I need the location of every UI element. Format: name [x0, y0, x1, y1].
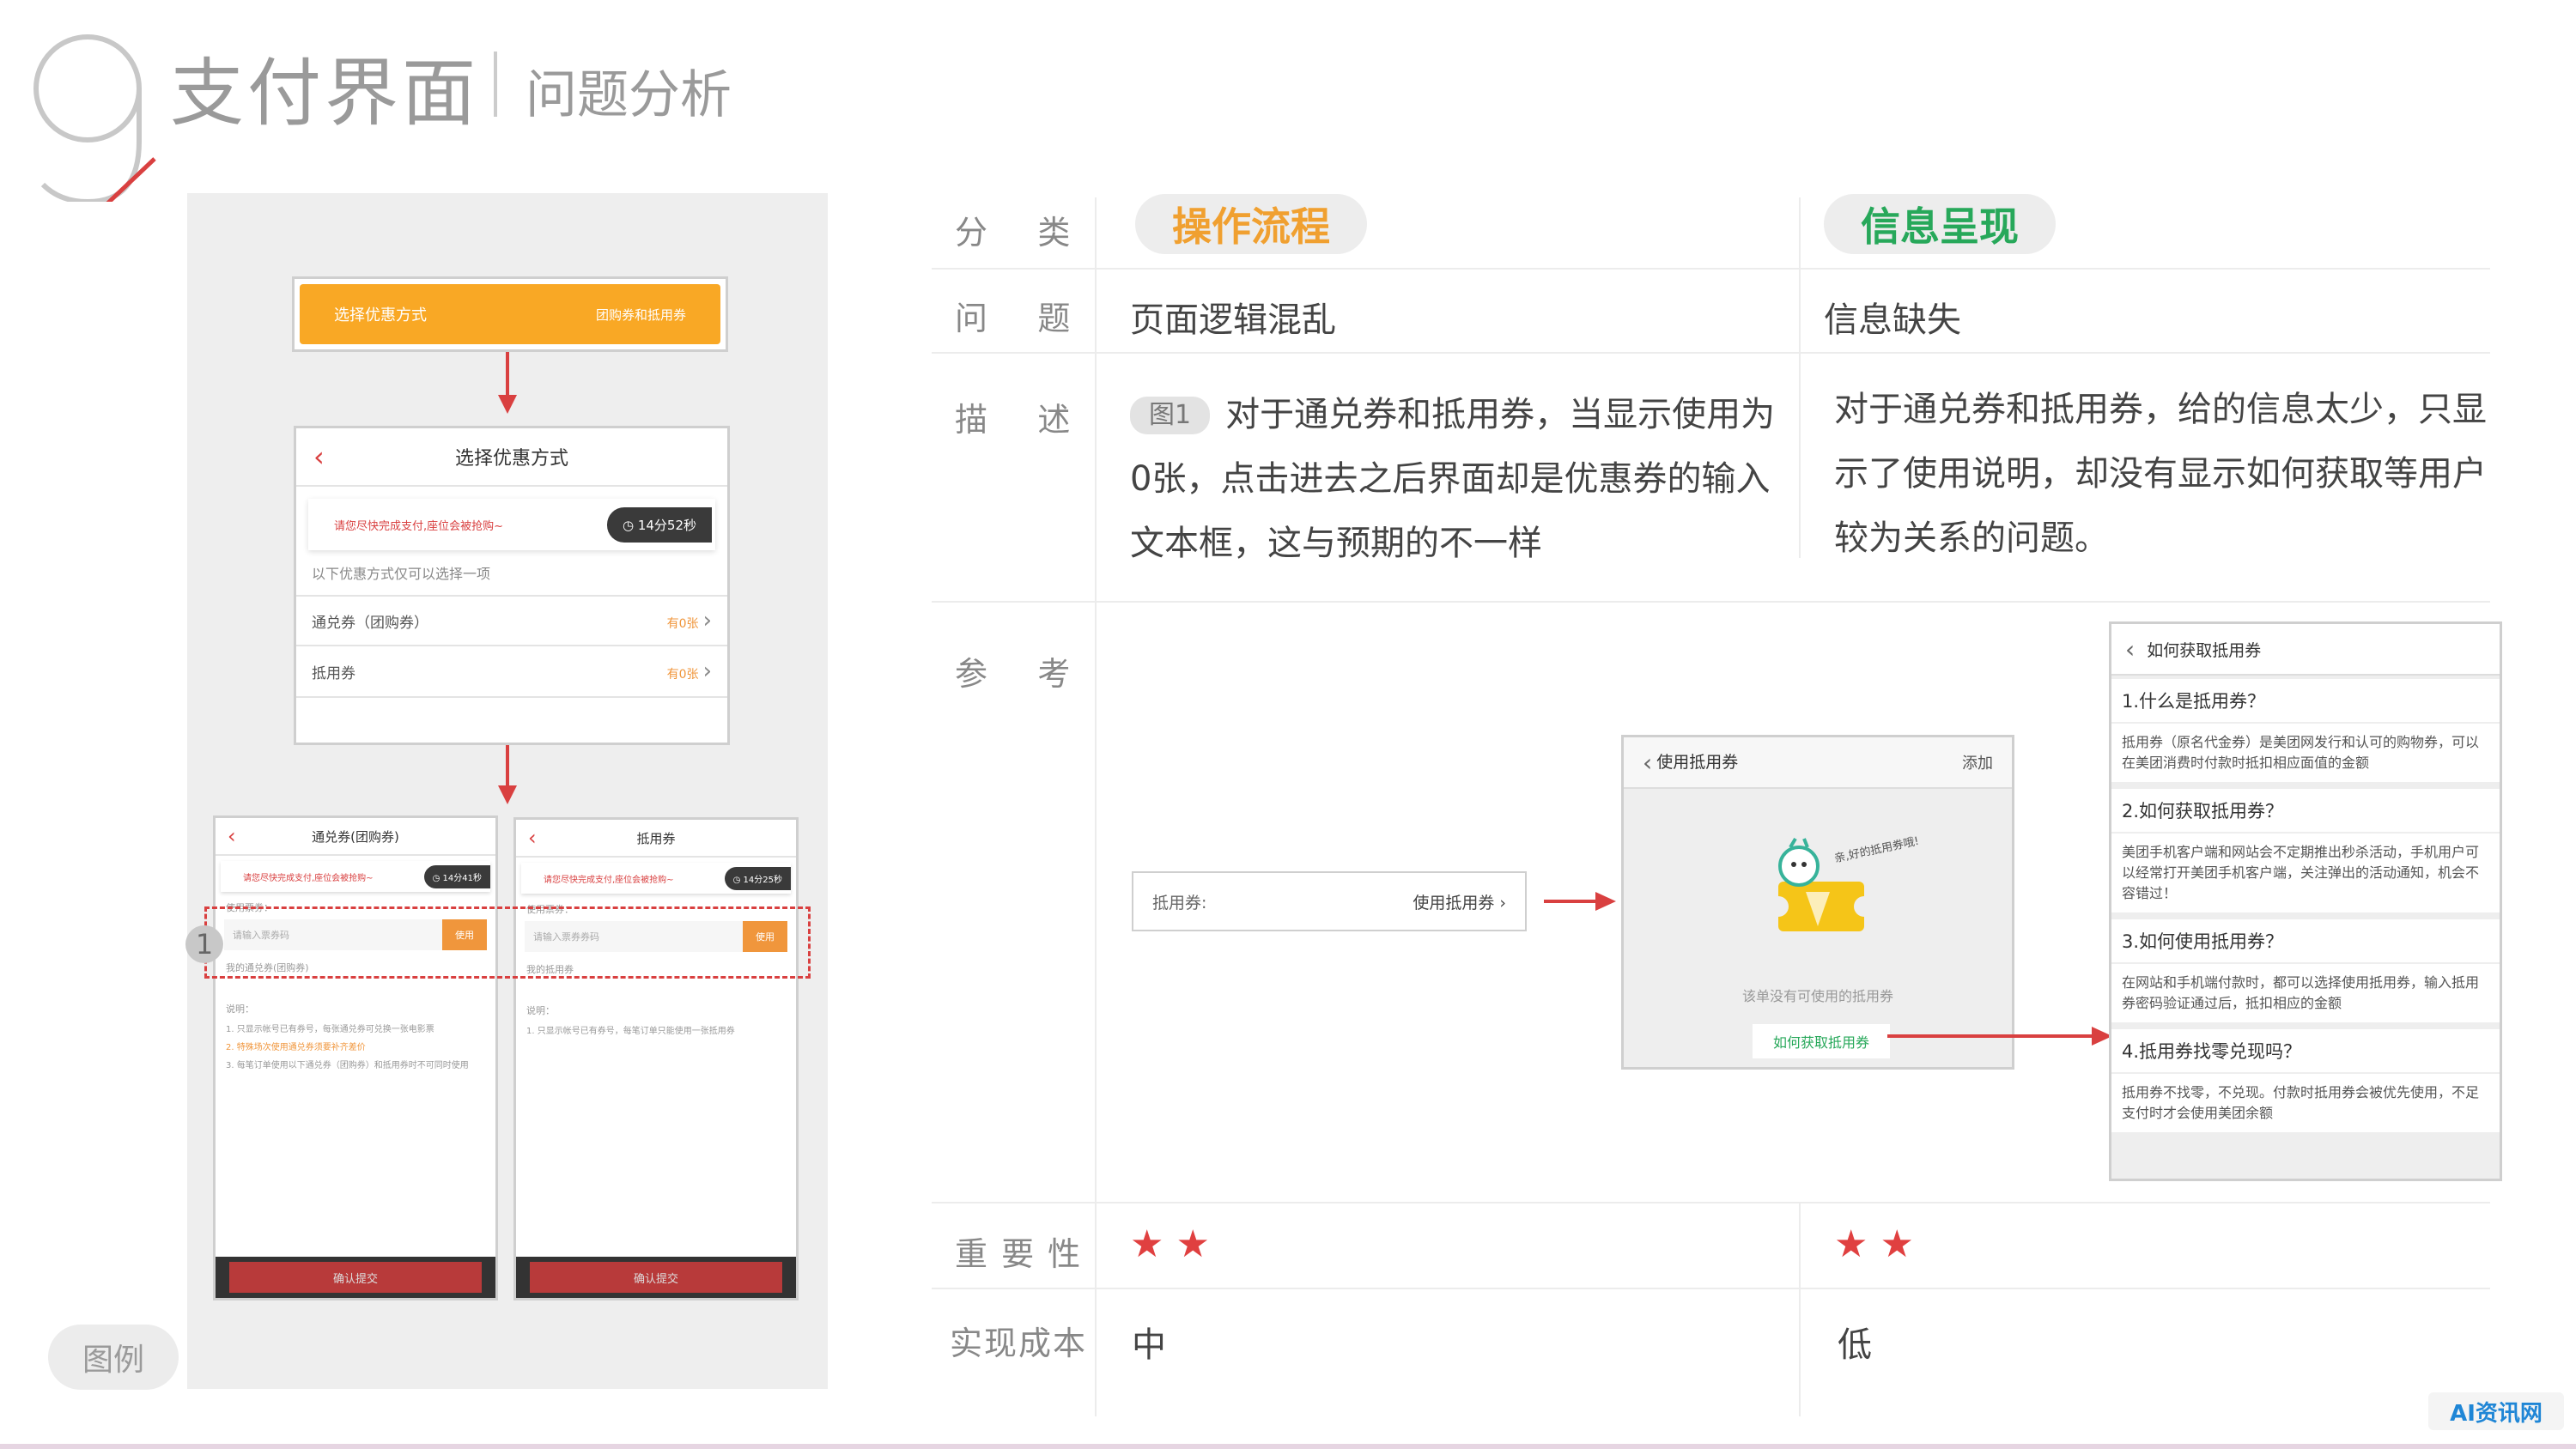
importance-stars-col1: ★★ — [1130, 1222, 1222, 1266]
discount-method-bar: 选择优惠方式 团购券和抵用券 — [292, 276, 728, 352]
screen-title: 使用抵用券 — [1656, 752, 1739, 772]
ref-arrowhead-1 — [1595, 892, 1616, 911]
label-description: 描 述 — [955, 401, 1072, 439]
notes-title: 说明： — [526, 1005, 555, 1016]
watermark-logo: AI资讯网 — [2428, 1392, 2564, 1430]
notes-title: 说明： — [226, 1003, 254, 1015]
row-divider — [932, 1202, 2490, 1203]
column-divider — [1095, 197, 1097, 1416]
screen-title: 选择优惠方式 — [454, 448, 568, 470]
marker-badge: 1 — [185, 925, 223, 963]
page-subtitle: 问题分析 — [526, 65, 732, 125]
row-divider — [932, 601, 2490, 603]
chevron-right-icon: › — [702, 608, 712, 634]
label-reference: 参 考 — [955, 655, 1072, 693]
flow-arrow-1 — [506, 352, 509, 397]
faq-item: 3.如何使用抵用券？ 在网站和手机端付款时，都可以选择使用抵用券，输入抵用券密码… — [2111, 919, 2500, 1022]
countdown-timer: ◷ 14分41秒 — [423, 864, 490, 888]
highlight-dashed-box — [204, 906, 811, 979]
screen-title: 抵用券 — [636, 830, 676, 846]
label-cost: 实现成本 — [950, 1325, 1088, 1362]
add-link[interactable]: 添加 — [1962, 751, 1993, 773]
screen-title: 如何获取抵用券 — [2147, 640, 2262, 660]
label-importance: 重 要 性 — [955, 1235, 1083, 1273]
chevron-right-icon: › — [702, 658, 712, 684]
back-icon[interactable]: ‹ — [313, 440, 325, 473]
note-item: 1. 只显示帐号已有券号，每张通兑券可兑换一张电影票 — [226, 1025, 434, 1034]
select-method-screen: ‹ 选择优惠方式 请您尽快完成支付,座位会被抢购~ ◷ 14分52秒 以下优惠方… — [294, 426, 730, 745]
faq-item: 4.抵用券找零兑现吗？ 抵用券不找零，不兑现。付款时抵用券会被优先使用，不足支付… — [2111, 1029, 2500, 1132]
voucher-row-coupon[interactable]: 抵用券 有0张 › — [296, 646, 727, 698]
how-to-get-link[interactable]: 如何获取抵用券 — [1753, 1024, 1890, 1058]
bottom-border — [0, 1444, 2576, 1449]
label-problem: 问 题 — [955, 300, 1072, 337]
figure-tag: 图1 — [1130, 397, 1211, 434]
flow-arrowhead-1 — [498, 395, 517, 414]
back-icon[interactable]: ‹ — [528, 826, 537, 850]
column-divider — [1799, 1202, 1801, 1416]
faq-item: 2.如何获取抵用券？ 美团手机客户端和网站会不定期推出秒杀活动，手机用户可以经常… — [2111, 789, 2500, 912]
use-coupon-screen: ‹ 使用抵用券 添加 亲,好的抵用券哦! 该单没有可使用的抵用券 如何获取抵用券 — [1621, 735, 2014, 1070]
pay-notice: 请您尽快完成支付,座位会被抢购~ — [544, 875, 674, 885]
category-pill-info: 信息呈现 — [1824, 194, 2056, 254]
coupon-screen: ‹ 抵用券 请您尽快完成支付,座位会被抢购~ ◷ 14分25秒 使用票券： 请输… — [513, 817, 799, 1300]
submit-button[interactable]: 确认提交 — [229, 1262, 482, 1293]
back-icon[interactable]: ‹ — [2125, 635, 2135, 664]
exchange-voucher-screen: ‹ 通兑券(团购券) 请您尽快完成支付,座位会被抢购~ ◷ 14分41秒 使用票… — [213, 815, 498, 1300]
title-divider — [494, 52, 497, 117]
row-divider — [932, 1288, 2490, 1289]
description-col2: 对于通兑券和抵用券，给的信息太少，只显示了使用说明，却没有显示如何获取等用户较为… — [1834, 390, 2487, 558]
note-item: 2. 特殊场次使用通兑券须要补齐差价 — [226, 1043, 366, 1052]
section-number-9 — [33, 34, 156, 202]
countdown-timer: ◷ 14分52秒 — [606, 506, 712, 543]
discount-method-right: 团购券和抵用券 — [595, 306, 686, 323]
note-item: 1. 只显示帐号已有券号，每笔订单只能使用一张抵用券 — [526, 1027, 735, 1036]
countdown-timer: ◷ 14分25秒 — [724, 866, 791, 890]
problem-col2: 信息缺失 — [1824, 300, 1961, 340]
note-item: 3. 每笔订单使用以下通兑券（团购券）和抵用券时不可同时使用 — [226, 1061, 469, 1070]
screen-title: 通兑券(团购券) — [312, 828, 399, 845]
faq-item: 1.什么是抵用券？ 抵用券（原名代金券）是美团网发行和认可的购物券，可以在美团消… — [2111, 679, 2500, 782]
back-icon[interactable]: ‹ — [1643, 749, 1652, 777]
row-divider — [932, 352, 2490, 354]
page-title: 支付界面 — [170, 51, 479, 136]
problem-col1: 页面逻辑混乱 — [1130, 300, 1336, 340]
label-category: 分 类 — [955, 214, 1072, 252]
column-divider — [1799, 197, 1801, 558]
flow-arrowhead-2 — [498, 785, 517, 804]
coupon-entry-row[interactable]: 抵用券: 使用抵用券 › — [1132, 871, 1527, 931]
pay-notice: 请您尽快完成支付,座位会被抢购~ — [334, 519, 504, 533]
pay-notice: 请您尽快完成支付,座位会被抢购~ — [243, 873, 374, 883]
ref-arrow-1 — [1544, 900, 1599, 903]
flow-arrow-2 — [506, 745, 509, 788]
discount-method-label: 选择优惠方式 — [334, 306, 427, 324]
empty-message: 该单没有可使用的抵用券 — [1741, 988, 1893, 1004]
legend-pill: 图例 — [48, 1325, 179, 1390]
submit-button[interactable]: 确认提交 — [530, 1262, 782, 1293]
row-divider — [932, 268, 2490, 270]
category-pill-flow: 操作流程 — [1135, 194, 1367, 254]
back-icon[interactable]: ‹ — [228, 824, 236, 848]
cost-col2: 低 — [1838, 1325, 1872, 1365]
importance-stars-col2: ★★ — [1834, 1222, 1926, 1266]
ref-arrow-2 — [1887, 1034, 2095, 1038]
description-col1: 图1 对于通兑券和抵用券，当显示使用为0张，点击进去之后界面却是优惠券的输入文本框… — [1130, 395, 1776, 563]
cost-col1: 中 — [1132, 1325, 1166, 1365]
select-hint: 以下优惠方式仅可以选择一项 — [312, 566, 491, 582]
coupon-entry-label: 抵用券: — [1152, 893, 1207, 912]
coupon-entry-action: 使用抵用券 › — [1413, 893, 1506, 912]
voucher-row-exchange[interactable]: 通兑券（团购券） 有0张 › — [296, 595, 727, 646]
faq-screen: ‹ 如何获取抵用券 1.什么是抵用券？ 抵用券（原名代金券）是美团网发行和认可的… — [2109, 621, 2502, 1181]
